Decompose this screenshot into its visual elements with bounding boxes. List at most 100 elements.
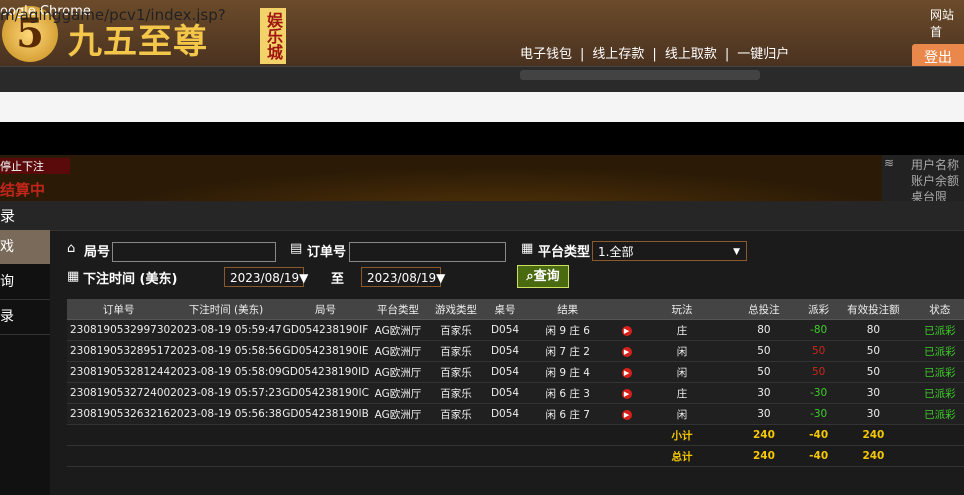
total-row: 总计 240 -40 240	[67, 445, 964, 467]
col-total-bet: 总投注	[721, 299, 807, 320]
site-home-link[interactable]: 网站首	[930, 6, 964, 40]
cell-valid-bet: 80	[831, 319, 916, 341]
date-to-select[interactable]: 2023/08/19▼	[361, 267, 445, 287]
cell-video[interactable]: ▶	[610, 382, 643, 404]
query-button[interactable]: ⌕查询	[517, 265, 569, 288]
cell-result: 闲 9 庄 4	[524, 361, 611, 383]
cell-bet-type: 庄	[642, 382, 722, 404]
play-video-icon[interactable]: ▶	[621, 347, 632, 357]
cell-table: D054	[485, 403, 525, 425]
cell-platform: AG欧洲厅	[369, 319, 427, 341]
order-label: 订单号	[307, 245, 347, 260]
bet-time-label: 下注时间 (美东)	[83, 272, 178, 287]
cell-payout: -80	[806, 319, 832, 341]
nav-withdraw[interactable]: 线上取款	[665, 47, 717, 62]
cell-platform: AG欧洲厅	[369, 340, 427, 362]
play-video-icon[interactable]: ▶	[621, 326, 632, 336]
cell-game-type: 百家乐	[426, 340, 486, 362]
cell-total-bet: 80	[721, 319, 807, 341]
total-total-bet: 240	[721, 445, 807, 467]
empty-cell	[67, 445, 171, 467]
cell-video[interactable]: ▶	[610, 403, 643, 425]
cell-table: D054	[485, 382, 525, 404]
nav-wallet[interactable]: 电子钱包	[520, 47, 572, 62]
empty-cell	[369, 424, 427, 446]
browser-title-bar	[0, 66, 964, 92]
table-icon: ▦	[521, 241, 534, 256]
nav-deposit[interactable]: 线上存款	[592, 47, 644, 62]
cell-payout: -30	[806, 382, 832, 404]
subtotal-label: 小计	[642, 424, 722, 446]
cell-order: 230819053281244	[67, 361, 171, 383]
site-logo-badge: 娱乐城	[260, 8, 286, 64]
cell-bet-time: 2023-08-19 05:58:09	[170, 361, 282, 383]
cell-order: 230819053299730	[67, 319, 171, 341]
cell-bet-type: 闲	[642, 403, 722, 425]
col-status: 状态	[915, 299, 964, 320]
chevron-down-icon: ▼	[436, 271, 446, 285]
empty-cell	[524, 424, 611, 446]
cell-payout: 50	[806, 361, 832, 383]
browser-black-band	[0, 122, 964, 155]
address-url[interactable]: m/aginggame/pcv1/index.jsp?	[0, 6, 226, 24]
date-from-select[interactable]: 2023/08/19▼	[224, 267, 308, 287]
side-item-query[interactable]: 询	[0, 265, 50, 300]
col-platform: 平台类型	[369, 299, 427, 320]
cell-game-type: 百家乐	[426, 361, 486, 383]
side-item-game-records[interactable]: 戏	[0, 230, 50, 264]
cell-video[interactable]: ▶	[610, 319, 643, 341]
col-bet-time: 下注时间 (美东)	[170, 299, 282, 320]
table-row: 230819053299730 2023-08-19 05:59:47 GD0542…	[67, 319, 964, 341]
subtotal-total-bet: 240	[721, 424, 807, 446]
table-row: 230819053281244 2023-08-19 05:58:09 GD0542…	[67, 361, 964, 383]
cell-video[interactable]: ▶	[610, 361, 643, 383]
cell-game-type: 百家乐	[426, 382, 486, 404]
empty-cell	[485, 424, 525, 446]
cell-valid-bet: 30	[831, 382, 916, 404]
cell-round: GD054238190IC	[281, 382, 370, 404]
cell-platform: AG欧洲厅	[369, 403, 427, 425]
col-round: 局号	[281, 299, 370, 320]
cell-table: D054	[485, 340, 525, 362]
empty-cell	[67, 424, 171, 446]
play-video-icon[interactable]: ▶	[621, 410, 632, 420]
col-result: 结果	[524, 299, 611, 320]
bet-records-table: 订单号 下注时间 (美东) 局号 平台类型 游戏类型 桌号 结果 玩法 总投注 …	[67, 299, 964, 467]
round-input[interactable]	[112, 242, 276, 262]
col-video	[610, 299, 643, 320]
query-button-label: 查询	[533, 269, 560, 284]
play-video-icon[interactable]: ▶	[621, 368, 632, 378]
date-to-value: 2023/08/19	[367, 271, 437, 285]
empty-cell	[426, 424, 486, 446]
calendar-icon: ▦	[67, 269, 80, 284]
account-info-panel: ≋ 用户名称 账户余额 桌台限	[882, 155, 964, 204]
wifi-icon: ≋	[884, 156, 895, 170]
cell-table: D054	[485, 319, 525, 341]
table-row: 230819053263216 2023-08-19 05:56:38 GD0542…	[67, 403, 964, 425]
platform-select[interactable]: 1.全部 ▼	[592, 241, 747, 261]
cell-video[interactable]: ▶	[610, 340, 643, 362]
nav-transfer-all[interactable]: 一键归户	[737, 47, 789, 62]
subtotal-row: 小计 240 -40 240	[67, 424, 964, 446]
address-bar[interactable]	[0, 92, 964, 122]
cell-total-bet: 50	[721, 340, 807, 362]
order-input[interactable]	[349, 242, 506, 262]
empty-cell	[485, 445, 525, 467]
empty-cell	[369, 445, 427, 467]
cell-bet-type: 庄	[642, 319, 722, 341]
play-video-icon[interactable]: ▶	[621, 389, 632, 399]
cell-order: 230819053263216	[67, 403, 171, 425]
cell-round: GD054238190IF	[281, 319, 370, 341]
col-game-type: 游戏类型	[426, 299, 486, 320]
side-item-records[interactable]: 录	[0, 300, 50, 335]
cell-valid-bet: 50	[831, 340, 916, 362]
tag-icon: ⌂	[67, 241, 76, 256]
total-valid-bet: 240	[831, 445, 916, 467]
empty-cell	[426, 445, 486, 467]
cell-bet-time: 2023-08-19 05:59:47	[170, 319, 282, 341]
chevron-down-icon: ▼	[299, 271, 309, 285]
cell-result: 闲 7 庄 2	[524, 340, 611, 362]
cell-order: 230819053272400	[67, 382, 171, 404]
settling-status: 结算中	[0, 181, 46, 199]
cell-payout: -30	[806, 403, 832, 425]
